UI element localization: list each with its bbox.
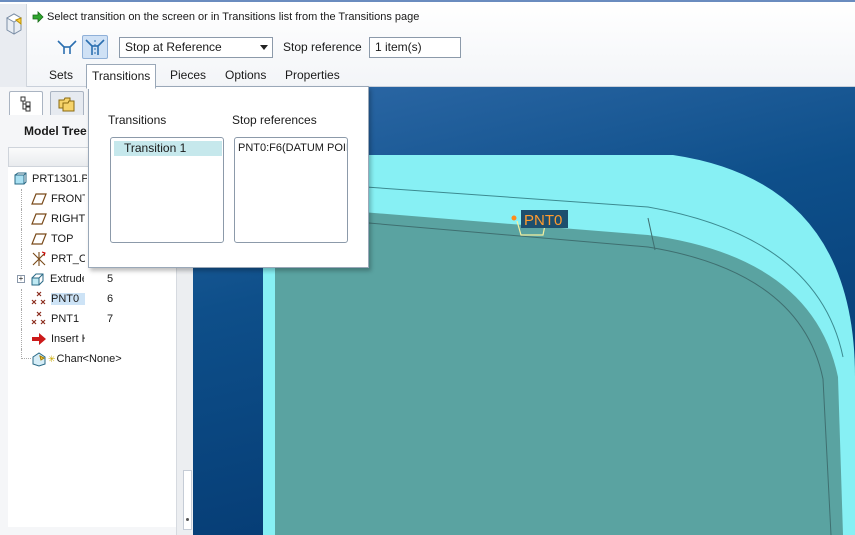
tab-properties[interactable]: Properties bbox=[280, 64, 345, 88]
feature-number: <None> bbox=[82, 353, 122, 365]
feature-number: 6 bbox=[107, 293, 114, 305]
stop-transition-icon bbox=[85, 39, 105, 55]
tree-item-pnt0[interactable]: PNT0 6 bbox=[8, 289, 176, 309]
tree-connector bbox=[21, 209, 31, 229]
tab-pieces[interactable]: Pieces bbox=[165, 64, 211, 88]
stop-references-list-label: Stop references bbox=[232, 113, 317, 127]
tree-item-chamfer[interactable]: ✳ Chamfer 1 <None> bbox=[8, 349, 176, 369]
tab-options[interactable]: Options bbox=[220, 64, 271, 88]
tree-item-label: PRT_CSYS_DEF bbox=[51, 253, 85, 265]
datum-plane-icon bbox=[31, 211, 47, 227]
datum-point-icon bbox=[31, 291, 47, 307]
dropdown-arrow-icon bbox=[260, 45, 268, 50]
tab-sets[interactable]: Sets bbox=[44, 64, 78, 88]
tree-item-label: TOP bbox=[51, 233, 74, 245]
tree-item-label: PNT0 bbox=[51, 293, 85, 305]
feature-number: 7 bbox=[107, 313, 114, 325]
tree-item-pnt1[interactable]: PNT1 7 bbox=[8, 309, 176, 329]
tree-item-label: Insert Here bbox=[51, 333, 85, 345]
datum-plane-icon bbox=[31, 191, 47, 207]
tree-connector bbox=[21, 229, 31, 249]
prompt-text: Select transition on the screen or in Tr… bbox=[47, 11, 420, 23]
tree-item-extrude[interactable]: + Extrude 1 5 bbox=[8, 269, 176, 289]
transition-type-value: Stop at Reference bbox=[125, 40, 222, 54]
transitions-list[interactable]: Transition 1 bbox=[110, 137, 224, 243]
tree-item-label: PRT1301.PRT bbox=[32, 173, 87, 185]
chamfer-feature-icon bbox=[5, 13, 23, 35]
tree-connector bbox=[21, 189, 31, 209]
tree-item-label: FRONT bbox=[51, 193, 85, 205]
model-tree-icon bbox=[20, 96, 31, 111]
tree-item-label: PNT1 bbox=[51, 313, 80, 325]
tab-transitions[interactable]: Transitions bbox=[86, 64, 157, 89]
tab-model-tree[interactable] bbox=[9, 91, 43, 115]
extrude-icon bbox=[30, 271, 46, 287]
tree-connector bbox=[21, 349, 31, 359]
stop-reference-list-item[interactable]: PNT0:F6(DATUM POINT) bbox=[238, 141, 347, 156]
part-icon bbox=[12, 171, 28, 187]
tree-connector bbox=[21, 289, 31, 309]
tree-connector bbox=[21, 249, 31, 269]
transition-type-dropdown[interactable]: Stop at Reference bbox=[119, 37, 273, 58]
transition-list-item[interactable]: Transition 1 bbox=[114, 141, 222, 156]
datum-point-icon bbox=[31, 311, 47, 327]
scrollbar-thumb[interactable] bbox=[183, 470, 192, 530]
tree-item-insert-here[interactable]: Insert Here bbox=[8, 329, 176, 349]
tab-folder-browser[interactable] bbox=[50, 91, 84, 115]
dashboard-handle[interactable] bbox=[0, 4, 27, 89]
transition-stop-button[interactable] bbox=[82, 35, 108, 59]
tree-item-label: Chamfer 1 bbox=[56, 353, 83, 365]
transitions-list-label: Transitions bbox=[108, 113, 167, 127]
stop-reference-label: Stop reference bbox=[283, 40, 362, 54]
tree-item-label: Extrude 1 bbox=[50, 273, 84, 285]
stop-reference-collector[interactable]: 1 item(s) bbox=[369, 37, 461, 58]
csys-icon bbox=[31, 251, 47, 267]
stop-references-list[interactable]: PNT0:F6(DATUM POINT) bbox=[234, 137, 348, 243]
scroll-grip-icon bbox=[186, 518, 189, 521]
new-feature-star-icon: ✳ bbox=[48, 353, 56, 364]
datum-plane-icon bbox=[31, 231, 47, 247]
folder-browser-icon bbox=[58, 97, 75, 111]
tree-connector bbox=[21, 309, 31, 329]
message-prompt: Select transition on the screen or in Tr… bbox=[32, 9, 419, 25]
tree-item-label: RIGHT bbox=[51, 213, 85, 225]
chamfer-icon bbox=[31, 351, 47, 367]
green-arrow-icon bbox=[32, 11, 44, 23]
expand-icon[interactable]: + bbox=[17, 275, 25, 283]
model-tree-title: Model Tree bbox=[24, 124, 87, 138]
datum-point-marker bbox=[511, 215, 517, 221]
feature-number: 5 bbox=[107, 273, 114, 285]
chamfer-dashboard: Select transition on the screen or in Tr… bbox=[0, 0, 855, 89]
tree-connector bbox=[21, 329, 31, 349]
transition-constant-button[interactable] bbox=[54, 35, 80, 59]
transitions-panel: Transitions Stop references Transition 1… bbox=[88, 86, 369, 268]
insert-arrow-icon bbox=[31, 331, 47, 347]
point-label[interactable]: PNT0 bbox=[524, 212, 562, 229]
chamfer-transition-icon bbox=[57, 40, 77, 54]
